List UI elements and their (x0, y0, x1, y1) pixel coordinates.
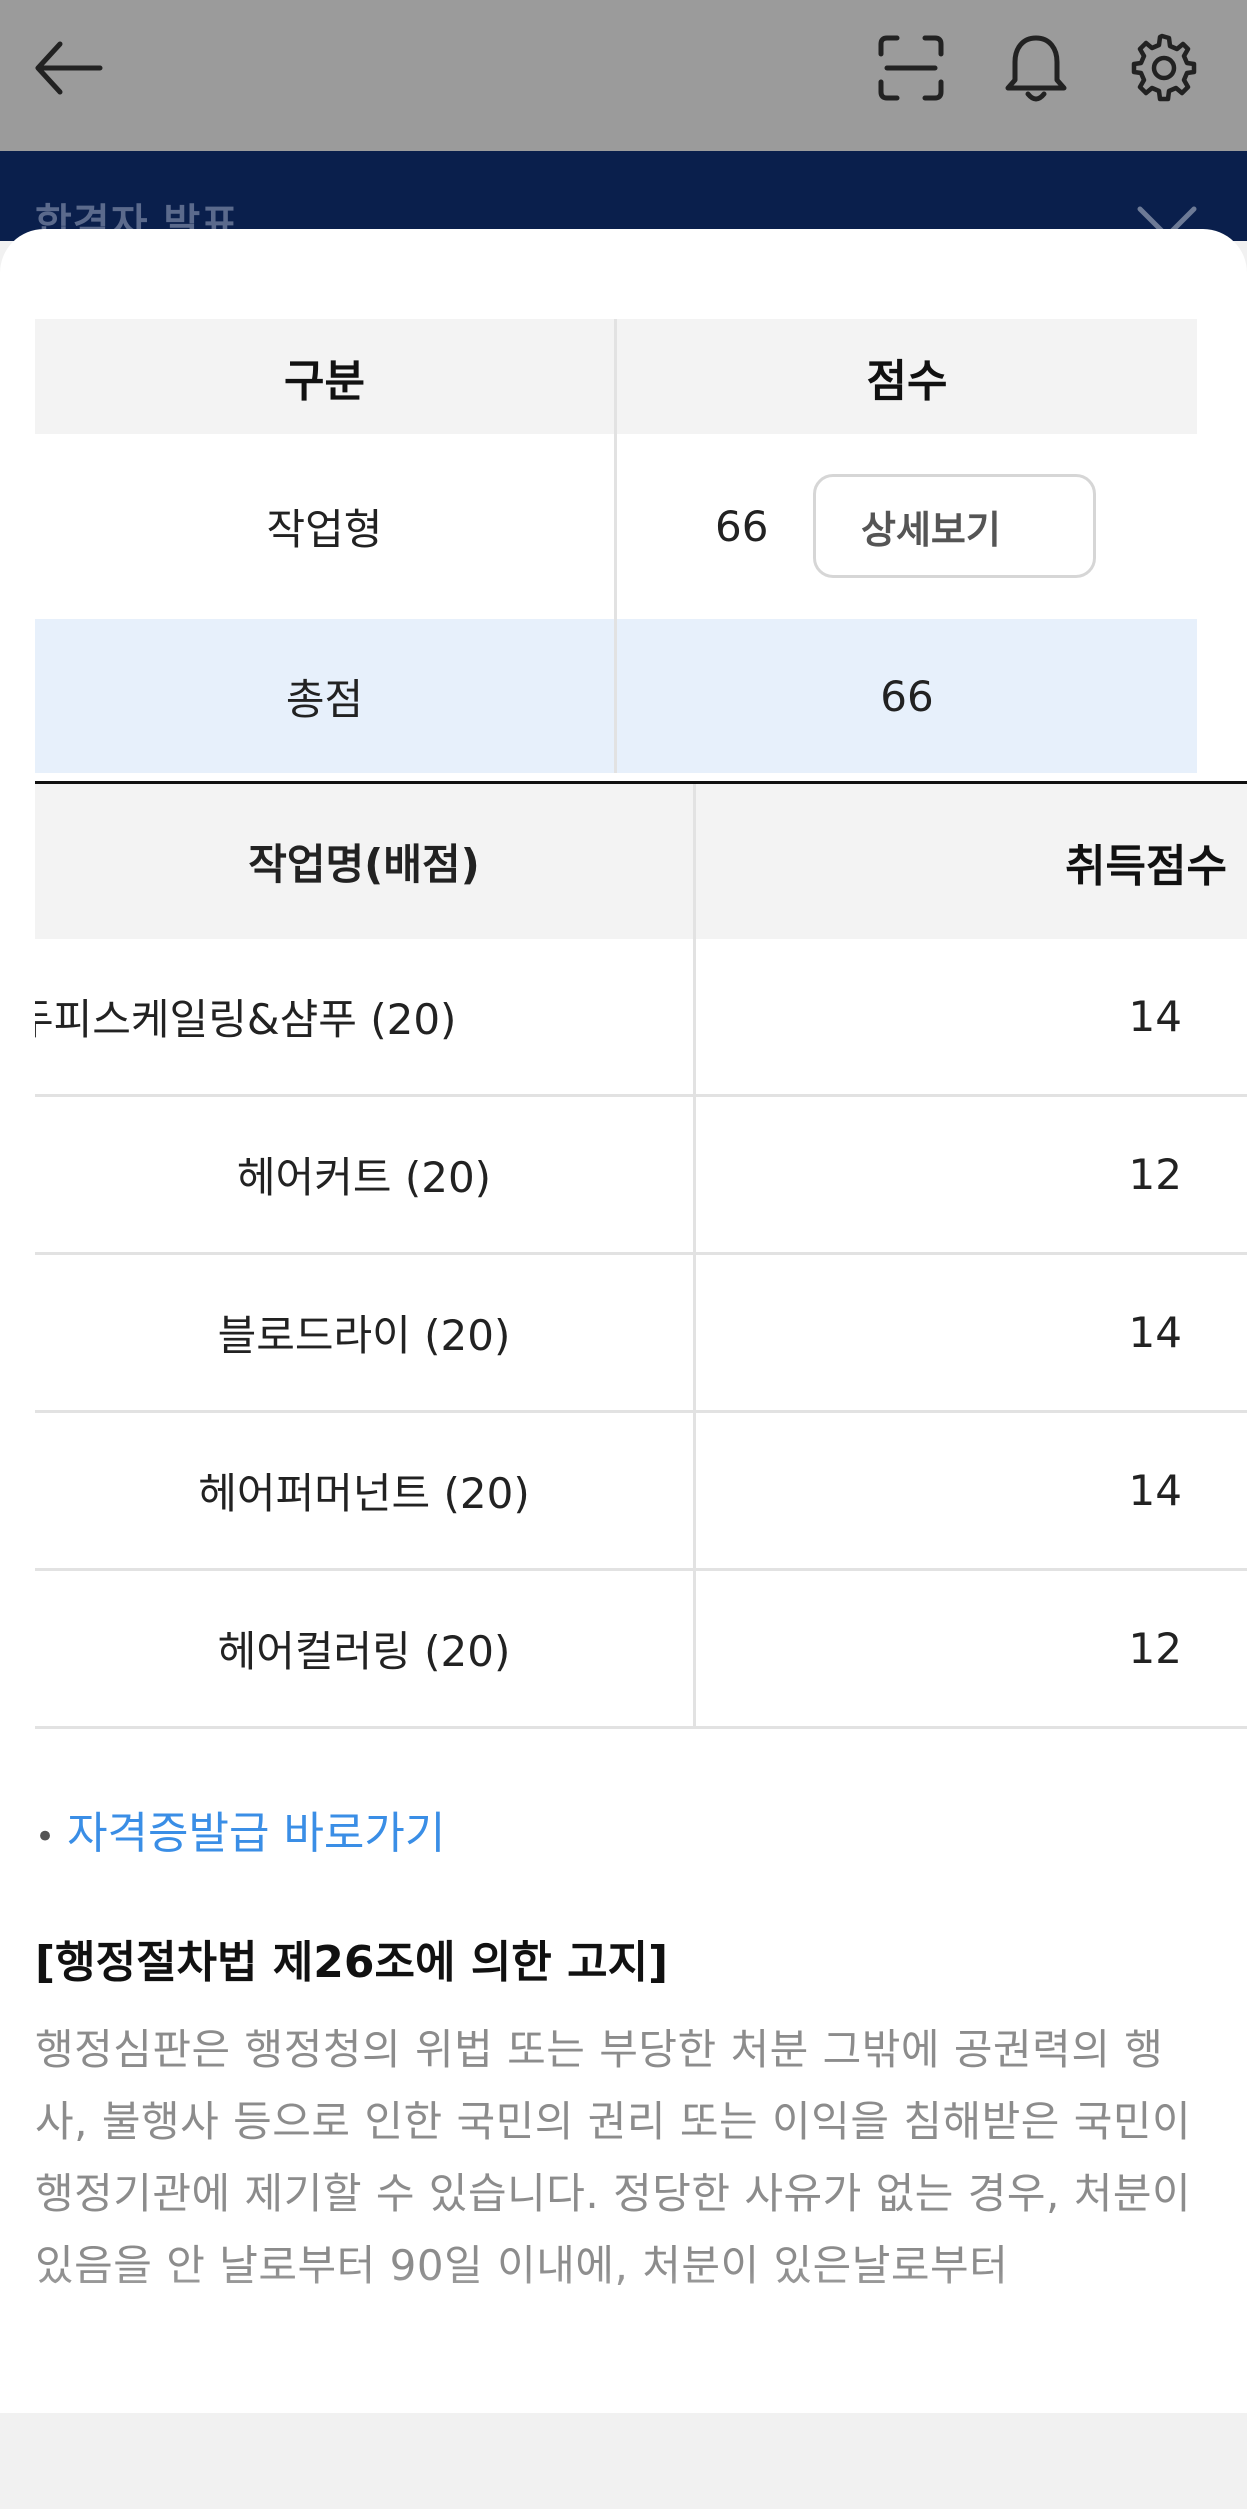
task-name-text: 두피스케일링&샴푸 (20) (35, 995, 457, 1044)
certificate-link-line: • 자격증발급 바로가기 (35, 1797, 445, 1861)
task-name: 헤어컬러링 (20) (217, 1627, 511, 1676)
bottom-area (0, 2413, 1247, 2509)
certificate-link[interactable]: 자격증발급 바로가기 (67, 1808, 445, 1859)
bell-icon[interactable] (998, 30, 1074, 106)
task-score: 14 (1128, 992, 1182, 1041)
category-cell: 작업형 (266, 505, 383, 554)
divider (693, 939, 696, 1094)
back-arrow-icon[interactable] (30, 30, 106, 106)
scroll-fade (0, 2269, 1247, 2413)
top-app-bar (0, 0, 1247, 151)
table-header-row: 구분 점수 (35, 319, 1197, 437)
divider (614, 434, 617, 619)
score-cell: 66 (715, 502, 769, 551)
notice-title: [행정절차법 제26조에 의한 고지] (35, 1937, 669, 1988)
table-row: 헤어퍼머넌트 (20) 14 (35, 1413, 1247, 1571)
task-name: 헤어커트 (20) (236, 1153, 492, 1202)
header-category: 구분 (284, 355, 365, 407)
table-row: 블로드라이 (20) 14 (35, 1255, 1247, 1413)
table-row: 작업형 66 상세보기 (35, 434, 1197, 622)
table-header-row: 작업명(배점) 취득점수 (35, 784, 1247, 942)
result-sheet: 구분 점수 작업형 66 상세보기 총점 66 작업명(배점) 취득점수 두피스… (0, 229, 1247, 2413)
divider (693, 784, 696, 939)
scan-icon[interactable] (873, 30, 949, 106)
header-task-name: 작업명(배점) (248, 840, 480, 889)
header-score: 점수 (866, 355, 948, 407)
table-row: 헤어컬러링 (20) 12 (35, 1571, 1247, 1729)
task-score: 12 (1128, 1150, 1182, 1199)
table-row: 두피스케일링&샴푸 (20) 14 (35, 939, 1247, 1097)
notice-body: 행정심판은 행정청의 위법 또는 부당한 처분 그밖에 공권력의 행사, 불행사… (35, 2025, 1192, 2290)
divider (693, 1097, 696, 1252)
divider (693, 1413, 696, 1568)
total-label: 총점 (285, 674, 364, 724)
divider (693, 1571, 696, 1726)
sub-header: 합격자 발표 (0, 151, 1247, 266)
task-score: 14 (1128, 1466, 1182, 1515)
divider (693, 1255, 696, 1410)
total-row: 총점 66 (35, 619, 1197, 773)
task-name: 블로드라이 (20) (217, 1311, 511, 1360)
table-row: 헤어커트 (20) 12 (35, 1097, 1247, 1255)
total-score: 66 (880, 671, 934, 721)
task-score: 14 (1128, 1308, 1182, 1357)
task-name: 두피스케일링&샴푸 (20) (35, 939, 693, 1094)
bullet-icon: • (35, 1817, 56, 1857)
task-name: 헤어퍼머넌트 (20) (198, 1469, 530, 1518)
detail-button[interactable]: 상세보기 (813, 474, 1096, 578)
task-score: 12 (1128, 1624, 1182, 1673)
header-earned-score: 취득점수 (1065, 840, 1227, 892)
gear-icon[interactable] (1124, 30, 1200, 106)
